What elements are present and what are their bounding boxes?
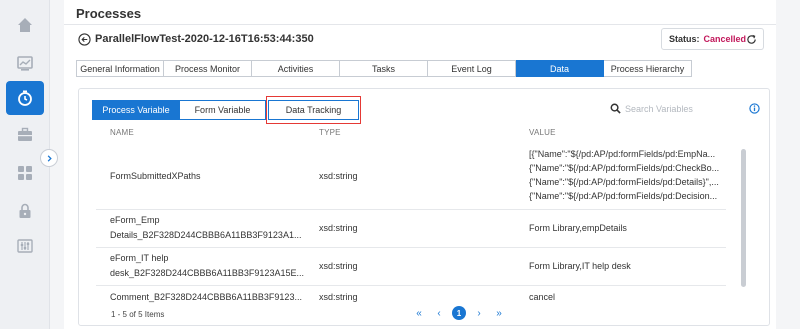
status-label: Status: xyxy=(669,34,700,44)
first-page-button[interactable]: « xyxy=(409,303,429,323)
column-header-value: VALUE xyxy=(529,128,556,137)
tab-general-information[interactable]: General Information xyxy=(76,60,164,77)
sliders-icon xyxy=(17,239,33,253)
tab-activities[interactable]: Activities xyxy=(252,60,340,77)
sidebar-expand-button[interactable] xyxy=(40,149,58,167)
table-row[interactable]: eForm_Emp Details_B2F328D244CBBB6A11BB3F… xyxy=(96,210,726,248)
table-row[interactable]: eForm_IT help desk_B2F328D244CBBB6A11BB3… xyxy=(96,248,726,286)
cell-name: desk_B2F328D244CBBB6A11BB3F9123A15E... xyxy=(110,268,304,278)
tab-data[interactable]: Data xyxy=(516,60,604,77)
process-title: ParallelFlowTest-2020-12-16T16:53:44:350 xyxy=(95,33,314,45)
highlight-box xyxy=(266,96,361,124)
timer-icon xyxy=(18,90,32,106)
status-badge: Status: Cancelled xyxy=(661,28,764,50)
cell-value: Form Library,empDetails xyxy=(529,223,627,233)
cell-name: eForm_IT help xyxy=(110,253,169,263)
sidebar-item-dashboard[interactable] xyxy=(6,46,44,80)
column-header-type: TYPE xyxy=(319,128,341,137)
cell-name: Details_B2F328D244CBBB6A11BB3F9123A1... xyxy=(110,230,302,240)
sidebar-item-security[interactable] xyxy=(6,194,44,228)
cell-type: xsd:string xyxy=(319,171,358,181)
cell-name: FormSubmittedXPaths xyxy=(110,171,201,181)
chevron-right-icon xyxy=(47,154,52,162)
search-input[interactable] xyxy=(625,100,735,117)
item-count: 1 - 5 of 5 Items xyxy=(111,310,165,319)
tab-process-hierarchy[interactable]: Process Hierarchy xyxy=(604,60,692,77)
cell-type: xsd:string xyxy=(319,261,358,271)
page-title: Processes xyxy=(76,6,142,21)
chart-icon xyxy=(17,56,33,71)
lock-icon xyxy=(19,203,31,218)
table-row[interactable]: FormSubmittedXPaths xsd:string [{"Name":… xyxy=(96,143,726,210)
data-panel: Process Variable Form Variable Data Trac… xyxy=(78,88,770,326)
last-page-button[interactable]: » xyxy=(489,303,509,323)
sidebar-item-cases[interactable] xyxy=(6,118,44,152)
status-value: Cancelled xyxy=(703,34,747,44)
prev-page-button[interactable]: ‹ xyxy=(429,303,449,323)
cell-value: {"Name":"${/pd:AP/pd:formFields/pd:Decis… xyxy=(529,191,718,201)
column-header-name: NAME xyxy=(110,128,134,137)
main-content: Processes ParallelFlowTest-2020-12-16T16… xyxy=(64,0,776,329)
cell-value: {"Name":"${/pd:AP/pd:formFields/pd:Check… xyxy=(529,163,720,173)
page-1-button[interactable]: 1 xyxy=(449,303,469,323)
search-icon xyxy=(610,103,621,114)
back-arrow-icon[interactable] xyxy=(78,33,91,46)
refresh-icon[interactable] xyxy=(746,34,757,45)
right-margin xyxy=(776,0,800,329)
cell-name: Comment_B2F328D244CBBB6A11BB3F9123... xyxy=(110,292,302,302)
grid-icon xyxy=(18,166,32,180)
current-page-number: 1 xyxy=(452,306,466,320)
header-divider xyxy=(64,24,776,25)
pagination: « ‹ 1 › » xyxy=(409,303,509,323)
tab-tasks[interactable]: Tasks xyxy=(340,60,428,77)
sidebar-item-processes[interactable] xyxy=(6,81,44,115)
tab-event-log[interactable]: Event Log xyxy=(428,60,516,77)
cell-value: {"Name":"${/pd:AP/pd:formFields/pd:Detai… xyxy=(529,177,719,187)
sidebar-item-apps[interactable] xyxy=(6,156,44,190)
sidebar-item-settings[interactable] xyxy=(6,229,44,263)
cell-type: xsd:string xyxy=(319,223,358,233)
cell-value: cancel xyxy=(529,292,556,302)
subtab-process-variable[interactable]: Process Variable xyxy=(92,100,180,120)
cell-value: Form Library,IT help desk xyxy=(529,261,631,271)
tab-process-monitor[interactable]: Process Monitor xyxy=(164,60,252,77)
subtab-form-variable[interactable]: Form Variable xyxy=(180,100,266,120)
briefcase-icon xyxy=(18,127,32,141)
next-page-button[interactable]: › xyxy=(469,303,489,323)
cell-value: [{"Name":"${/pd:AP/pd:formFields/pd:EmpN… xyxy=(529,149,716,159)
sidebar-item-home[interactable] xyxy=(6,8,44,42)
info-icon[interactable] xyxy=(749,103,760,114)
process-tabs: General Information Process Monitor Acti… xyxy=(76,60,692,77)
cell-name: eForm_Emp xyxy=(110,215,160,225)
home-icon xyxy=(18,18,32,32)
table-scrollbar[interactable] xyxy=(741,149,746,287)
